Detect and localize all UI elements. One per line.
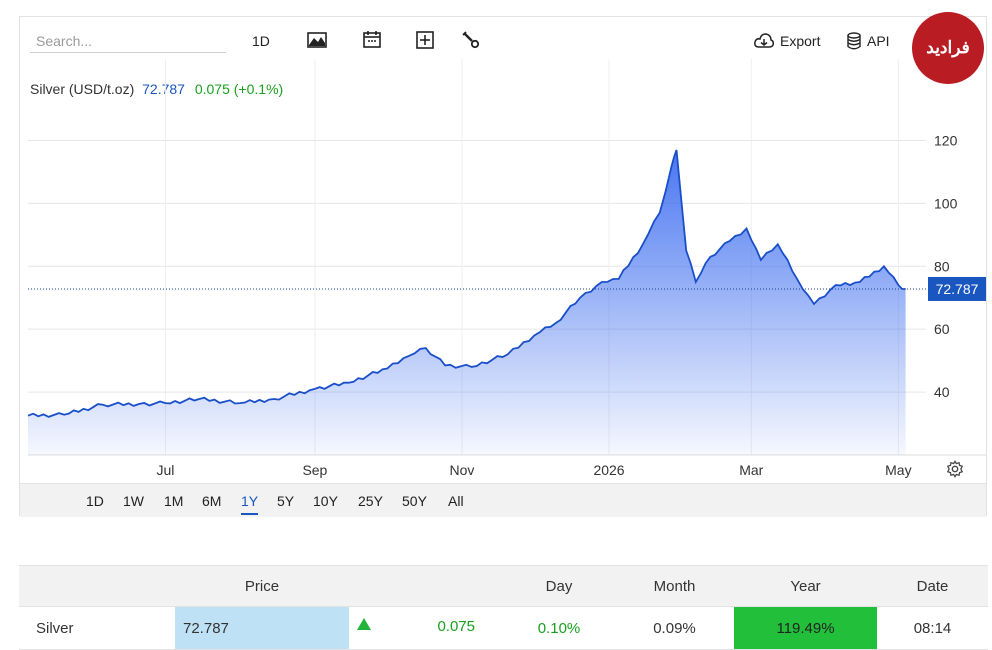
header-price: Price <box>175 565 349 607</box>
cell-name[interactable]: Silver <box>19 606 175 650</box>
price-chart: 40 60 80 100 120 Jul Sep Nov 2026 Mar May 72.787 <box>27 59 986 478</box>
x-tick-label: Jul <box>156 462 174 478</box>
cell-month: 0.09% <box>615 606 734 650</box>
site-logo: فرادید <box>912 12 984 84</box>
header-date: Date <box>877 565 988 607</box>
x-tick-label: Sep <box>302 462 327 478</box>
cell-price: 72.787 <box>175 606 349 650</box>
range-button-50y[interactable]: 50Y <box>402 491 427 513</box>
y-tick-label: 40 <box>934 384 950 400</box>
x-tick-label: Mar <box>739 462 763 478</box>
header-name <box>19 565 175 607</box>
cell-date: 08:14 <box>877 606 988 650</box>
range-button-1w[interactable]: 1W <box>123 491 144 513</box>
gear-icon[interactable] <box>946 460 964 478</box>
change-value: 0.075 <box>437 618 475 635</box>
header-month: Month <box>615 565 734 607</box>
up-arrow-icon <box>357 618 371 630</box>
y-tick-label: 120 <box>934 132 958 148</box>
series-area <box>28 149 906 455</box>
range-button-1d[interactable]: 1D <box>86 491 104 513</box>
table-row[interactable]: Silver 72.787 0.075 0.10% 0.09% 119.49% … <box>19 606 988 650</box>
cell-day: 0.10% <box>503 606 615 650</box>
y-tick-label: 80 <box>934 258 950 274</box>
quotes-header-row: Price Day Month Year Date <box>19 565 988 607</box>
logo-text: فرادید <box>926 38 970 57</box>
header-year: Year <box>734 565 877 607</box>
y-tick-label: 100 <box>934 195 958 211</box>
x-tick-label: May <box>885 462 911 478</box>
range-button-5y[interactable]: 5Y <box>277 491 294 513</box>
chart-panel: Search... 1D Export API Silver (USD/t.oz… <box>19 16 987 517</box>
range-button-10y[interactable]: 10Y <box>313 491 338 513</box>
quotes-table: Price Day Month Year Date Silver 72.787 … <box>19 565 988 650</box>
header-change <box>349 565 503 607</box>
range-selector: 1D 1W 1M 6M 1Y 5Y 10Y 25Y 50Y All <box>20 483 986 517</box>
x-tick-label: 2026 <box>593 462 624 478</box>
range-button-25y[interactable]: 25Y <box>358 491 383 513</box>
range-button-1m[interactable]: 1M <box>164 491 183 513</box>
last-value-label: 72.787 <box>936 281 979 297</box>
y-tick-label: 60 <box>934 321 950 337</box>
header-day: Day <box>503 565 615 607</box>
x-tick-label: Nov <box>450 462 475 478</box>
cell-year: 119.49% <box>734 606 877 650</box>
range-button-6m[interactable]: 6M <box>202 491 221 513</box>
range-button-all[interactable]: All <box>448 491 464 513</box>
range-button-1y[interactable]: 1Y <box>241 491 259 515</box>
cell-change: 0.075 <box>349 606 503 650</box>
